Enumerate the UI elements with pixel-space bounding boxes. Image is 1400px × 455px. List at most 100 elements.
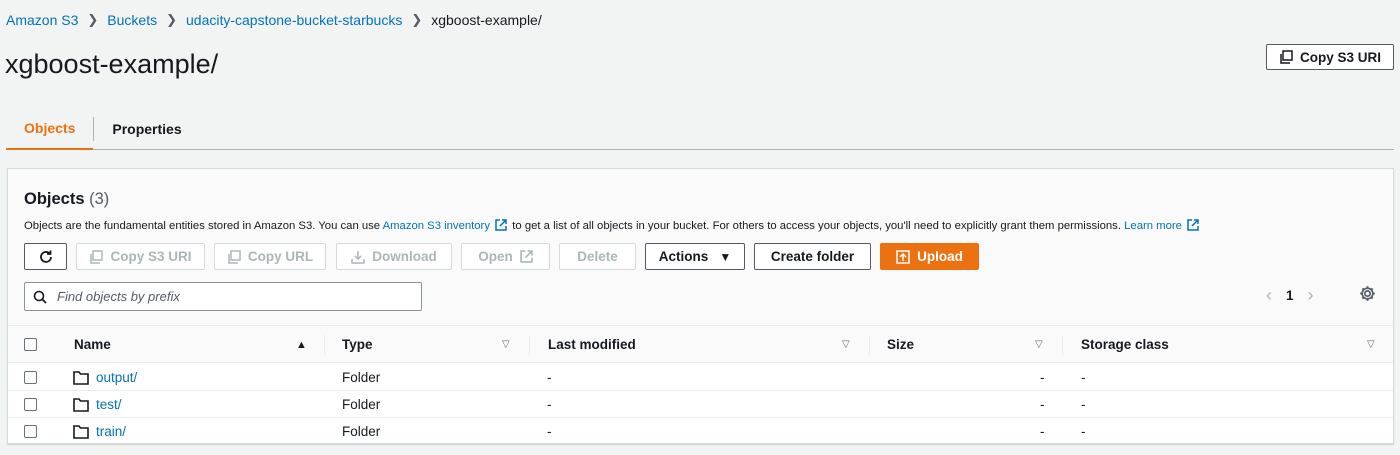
objects-description: Objects are the fundamental entities sto… xyxy=(24,219,1201,232)
row-checkbox[interactable] xyxy=(24,418,37,445)
checkbox[interactable] xyxy=(24,371,37,384)
object-storage-class: - xyxy=(1081,397,1086,412)
copy-s3-uri-button[interactable]: Copy S3 URI xyxy=(1266,44,1394,70)
external-link-icon xyxy=(1187,219,1199,231)
refresh-icon xyxy=(39,250,52,263)
object-size: - xyxy=(1040,397,1045,412)
row-checkbox[interactable] xyxy=(24,364,37,391)
column-header-type[interactable]: Type xyxy=(342,326,373,363)
object-size: - xyxy=(1040,424,1045,439)
checkbox[interactable] xyxy=(24,338,37,351)
object-storage-class: - xyxy=(1081,424,1086,439)
breadcrumb: Amazon S3 ❯ Buckets ❯ udacity-capstone-b… xyxy=(6,12,542,28)
chevron-right-icon: ❯ xyxy=(166,12,177,27)
actions-dropdown[interactable]: Actions ▼ xyxy=(645,243,745,270)
page-title: xgboost-example/ xyxy=(5,49,219,79)
object-name-link[interactable]: output/ xyxy=(96,370,137,385)
object-type: Folder xyxy=(342,397,381,412)
copy-s3-uri-label: Copy S3 URI xyxy=(1299,49,1381,65)
column-header-name[interactable]: Name xyxy=(74,326,111,363)
tab-bar: Objects Properties xyxy=(6,108,1394,150)
open-label: Open xyxy=(478,249,513,264)
checkbox[interactable] xyxy=(24,425,37,438)
objects-count: (3) xyxy=(89,190,110,208)
objects-panel: Objects (3) Objects are the fundamental … xyxy=(7,168,1394,444)
search-input[interactable] xyxy=(55,288,395,305)
objects-heading-label: Objects xyxy=(24,190,85,208)
open-button[interactable]: Open xyxy=(461,243,550,270)
object-last-modified: - xyxy=(547,424,552,439)
table-row[interactable]: test/ Folder - - - xyxy=(8,391,1393,418)
gear-icon[interactable] xyxy=(1359,285,1376,302)
object-size: - xyxy=(1040,370,1045,385)
object-type: Folder xyxy=(342,370,381,385)
description-text: Objects are the fundamental entities sto… xyxy=(24,220,383,232)
actions-label: Actions xyxy=(658,249,709,264)
sort-ascending-icon[interactable]: ▲ xyxy=(296,339,307,351)
copy-url-button[interactable]: Copy URL xyxy=(214,243,326,270)
sort-icon[interactable]: ▽ xyxy=(1035,339,1043,350)
object-type: Folder xyxy=(342,424,381,439)
create-folder-button[interactable]: Create folder xyxy=(754,243,871,270)
page-number[interactable]: 1 xyxy=(1286,288,1294,303)
sort-icon[interactable]: ▽ xyxy=(842,339,850,350)
sort-icon[interactable]: ▽ xyxy=(1367,339,1375,350)
column-divider xyxy=(1062,335,1063,355)
refresh-button[interactable] xyxy=(24,243,67,270)
upload-button[interactable]: Upload xyxy=(880,243,979,270)
row-checkbox[interactable] xyxy=(24,391,37,418)
create-folder-label: Create folder xyxy=(770,249,855,264)
object-name-link[interactable]: test/ xyxy=(96,397,122,412)
copy-icon xyxy=(1280,50,1293,64)
breadcrumb-item-amazon-s3[interactable]: Amazon S3 xyxy=(6,12,78,28)
breadcrumb-current: xgboost-example/ xyxy=(431,12,542,28)
column-header-storage-class[interactable]: Storage class xyxy=(1081,326,1169,363)
description-text-continued: to get a list of all objects in your buc… xyxy=(512,220,1121,232)
copy-url-label: Copy URL xyxy=(247,249,314,264)
column-header-size[interactable]: Size xyxy=(887,326,914,363)
external-link-icon xyxy=(520,250,533,263)
folder-icon xyxy=(73,397,89,412)
breadcrumb-item-bucket[interactable]: udacity-capstone-bucket-starbucks xyxy=(186,12,402,28)
chevron-right-icon: ❯ xyxy=(87,12,99,27)
checkbox[interactable] xyxy=(24,398,37,411)
breadcrumb-item-buckets[interactable]: Buckets xyxy=(107,12,157,28)
download-icon xyxy=(351,250,365,264)
object-name-link[interactable]: train/ xyxy=(96,424,126,439)
copy-s3-uri-label: Copy S3 URI xyxy=(110,249,192,264)
table-header: Name ▲ Type ▽ Last modified ▽ Size ▽ Sto… xyxy=(8,326,1393,363)
tab-objects[interactable]: Objects xyxy=(6,108,94,150)
download-label: Download xyxy=(372,249,437,264)
caret-down-icon: ▼ xyxy=(719,249,732,264)
chevron-right-icon: ❯ xyxy=(411,12,423,27)
copy-s3-uri-toolbar-button[interactable]: Copy S3 URI xyxy=(76,243,205,270)
chevron-right-icon[interactable]: › xyxy=(1308,285,1314,306)
object-storage-class: - xyxy=(1081,370,1086,385)
learn-more-link[interactable]: Learn more xyxy=(1124,220,1182,232)
table-row[interactable]: output/ Folder - - - xyxy=(8,364,1393,391)
delete-button[interactable]: Delete xyxy=(559,243,636,270)
pagination: ‹ 1 › xyxy=(1266,285,1314,306)
column-header-last-modified[interactable]: Last modified xyxy=(548,326,636,363)
chevron-left-icon[interactable]: ‹ xyxy=(1266,285,1272,306)
search-icon xyxy=(33,290,47,304)
folder-icon xyxy=(73,424,89,439)
select-all-checkbox[interactable] xyxy=(24,326,37,363)
copy-icon xyxy=(228,249,241,264)
copy-icon xyxy=(90,249,104,264)
tab-properties[interactable]: Properties xyxy=(94,108,199,149)
column-divider xyxy=(529,335,530,355)
search-field xyxy=(24,282,422,311)
object-last-modified: - xyxy=(547,370,552,385)
upload-label: Upload xyxy=(917,249,963,264)
table-row[interactable]: train/ Folder - - - xyxy=(8,418,1393,445)
upload-icon xyxy=(896,249,910,264)
external-link-icon xyxy=(495,219,507,231)
column-divider xyxy=(869,335,870,355)
sort-icon[interactable]: ▽ xyxy=(502,339,510,350)
column-divider xyxy=(324,335,325,355)
folder-icon xyxy=(73,370,89,385)
objects-heading: Objects (3) xyxy=(24,190,109,209)
inventory-link[interactable]: Amazon S3 inventory xyxy=(383,220,490,232)
download-button[interactable]: Download xyxy=(336,243,452,270)
